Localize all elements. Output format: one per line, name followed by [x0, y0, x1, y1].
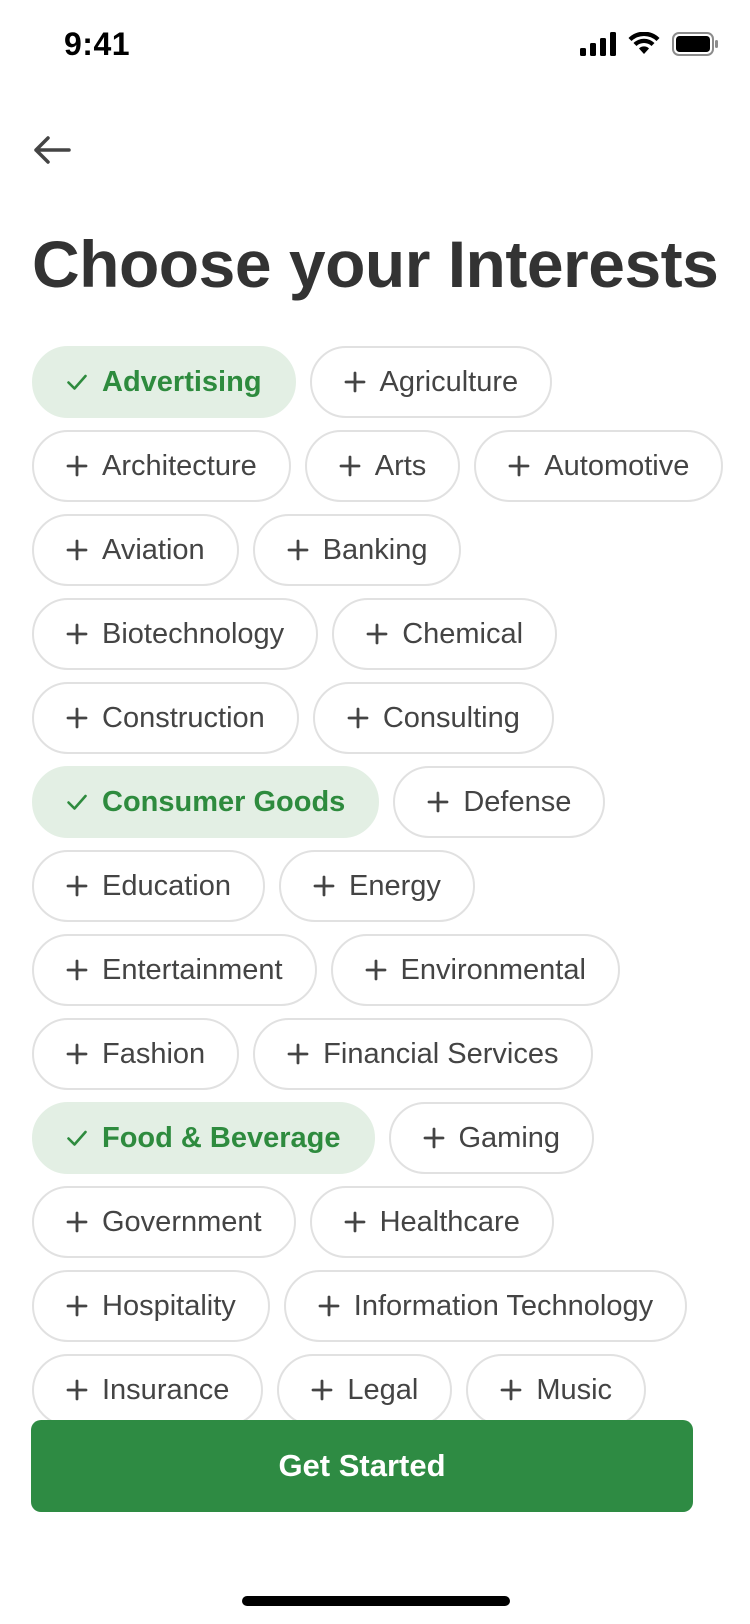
plus-icon [365, 959, 387, 981]
interest-chip-label: Aviation [102, 533, 205, 566]
interests-screen: 9:41 Choose your Interests Advertising A… [0, 0, 750, 1624]
plus-icon [347, 707, 369, 729]
interest-chip-aviation[interactable]: Aviation [32, 514, 239, 586]
interest-chip-label: Food & Beverage [102, 1121, 341, 1154]
interest-chip-energy[interactable]: Energy [279, 850, 475, 922]
status-time: 9:41 [64, 26, 131, 62]
interest-chip-label: Advertising [102, 365, 262, 398]
plus-icon [66, 455, 88, 477]
plus-icon [313, 875, 335, 897]
interest-chip-label: Financial Services [323, 1037, 559, 1070]
plus-icon [66, 623, 88, 645]
interest-chip-label: Banking [322, 533, 428, 566]
plus-icon [318, 1295, 340, 1317]
interest-chip-label: Consulting [382, 701, 520, 734]
interest-chip-education[interactable]: Education [32, 850, 265, 922]
interest-chip-list: Advertising Agriculture Architecture Arts Au… [32, 346, 732, 1510]
interest-chip-agriculture[interactable]: Agriculture [309, 346, 553, 418]
interest-chip-label: Healthcare [379, 1205, 520, 1238]
check-icon [66, 1127, 88, 1149]
interest-chip-label: Architecture [102, 449, 257, 482]
interest-chip-financial-services[interactable]: Financial Services [253, 1018, 593, 1090]
interest-chip-label: Environmental [400, 953, 586, 986]
interest-chip-arts[interactable]: Arts [304, 430, 461, 502]
interest-chip-label: Government [102, 1205, 262, 1238]
interest-chip-label: Insurance [102, 1373, 230, 1406]
plus-icon [66, 707, 88, 729]
plus-icon [66, 539, 88, 561]
status-bar: 9:41 [0, 0, 750, 92]
interest-chip-label: Arts [374, 449, 427, 482]
plus-icon [66, 1295, 88, 1317]
interest-chip-legal[interactable]: Legal [277, 1354, 453, 1426]
plus-icon [66, 959, 88, 981]
interest-chip-government[interactable]: Government [32, 1186, 296, 1258]
check-icon [66, 371, 88, 393]
plus-icon [344, 371, 366, 393]
interest-chip-automotive[interactable]: Automotive [474, 430, 724, 502]
plus-icon [427, 791, 449, 813]
battery-icon [672, 32, 718, 56]
interest-chip-entertainment[interactable]: Entertainment [32, 934, 317, 1006]
plus-icon [66, 1379, 88, 1401]
cellular-signal-icon [580, 32, 616, 56]
interest-chip-gaming[interactable]: Gaming [388, 1102, 595, 1174]
interest-chip-banking[interactable]: Banking [252, 514, 462, 586]
interest-chip-healthcare[interactable]: Healthcare [309, 1186, 554, 1258]
interest-chip-construction[interactable]: Construction [32, 682, 299, 754]
plus-icon [500, 1379, 522, 1401]
interest-chip-label: Energy [349, 869, 441, 902]
plus-icon [508, 455, 530, 477]
interest-chip-label: Chemical [402, 617, 524, 650]
interest-chip-label: Consumer Goods [102, 785, 346, 818]
plus-icon [344, 1211, 366, 1233]
interest-chip-information-technology[interactable]: Information Technology [283, 1270, 688, 1342]
status-icons [580, 32, 718, 56]
interest-chip-consumer-goods[interactable]: Consumer Goods [32, 766, 380, 838]
interest-chip-music[interactable]: Music [466, 1354, 647, 1426]
interest-chip-hospitality[interactable]: Hospitality [32, 1270, 270, 1342]
get-started-button[interactable]: Get Started [31, 1420, 693, 1512]
interest-chip-label: Biotechnology [102, 617, 285, 650]
interest-chip-label: Defense [463, 785, 572, 818]
interest-chip-food-and-beverage[interactable]: Food & Beverage [32, 1102, 375, 1174]
interest-chip-advertising[interactable]: Advertising [32, 346, 296, 418]
interest-chip-label: Gaming [458, 1121, 561, 1154]
interest-chip-label: Entertainment [102, 953, 283, 986]
back-button[interactable] [30, 128, 74, 172]
interest-chip-label: Hospitality [102, 1289, 236, 1322]
plus-icon [287, 539, 309, 561]
interest-chip-defense[interactable]: Defense [393, 766, 606, 838]
interest-chip-label: Legal [347, 1373, 419, 1406]
interest-chip-biotechnology[interactable]: Biotechnology [32, 598, 319, 670]
interest-chip-insurance[interactable]: Insurance [32, 1354, 264, 1426]
interest-chip-label: Automotive [544, 449, 690, 482]
interest-chip-label: Construction [102, 701, 265, 734]
plus-icon [423, 1127, 445, 1149]
plus-icon [339, 455, 361, 477]
plus-icon [287, 1043, 309, 1065]
interest-chip-fashion[interactable]: Fashion [32, 1018, 240, 1090]
plus-icon [66, 875, 88, 897]
plus-icon [366, 623, 388, 645]
plus-icon [66, 1211, 88, 1233]
page-title: Choose your Interests [32, 227, 719, 301]
plus-icon [66, 1043, 88, 1065]
home-indicator [242, 1596, 510, 1606]
wifi-icon [628, 32, 660, 54]
interest-chip-architecture[interactable]: Architecture [32, 430, 291, 502]
interest-chip-chemical[interactable]: Chemical [332, 598, 558, 670]
interest-chip-consulting[interactable]: Consulting [312, 682, 554, 754]
interest-chip-label: Information Technology [353, 1289, 654, 1322]
arrow-left-icon [34, 136, 71, 164]
interest-chip-label: Education [102, 869, 231, 902]
plus-icon [311, 1379, 333, 1401]
interest-chip-environmental[interactable]: Environmental [330, 934, 620, 1006]
interest-chip-label: Agriculture [379, 365, 519, 398]
interest-chip-label: Music [536, 1373, 613, 1406]
check-icon [66, 791, 88, 813]
interest-chip-label: Fashion [102, 1037, 206, 1070]
